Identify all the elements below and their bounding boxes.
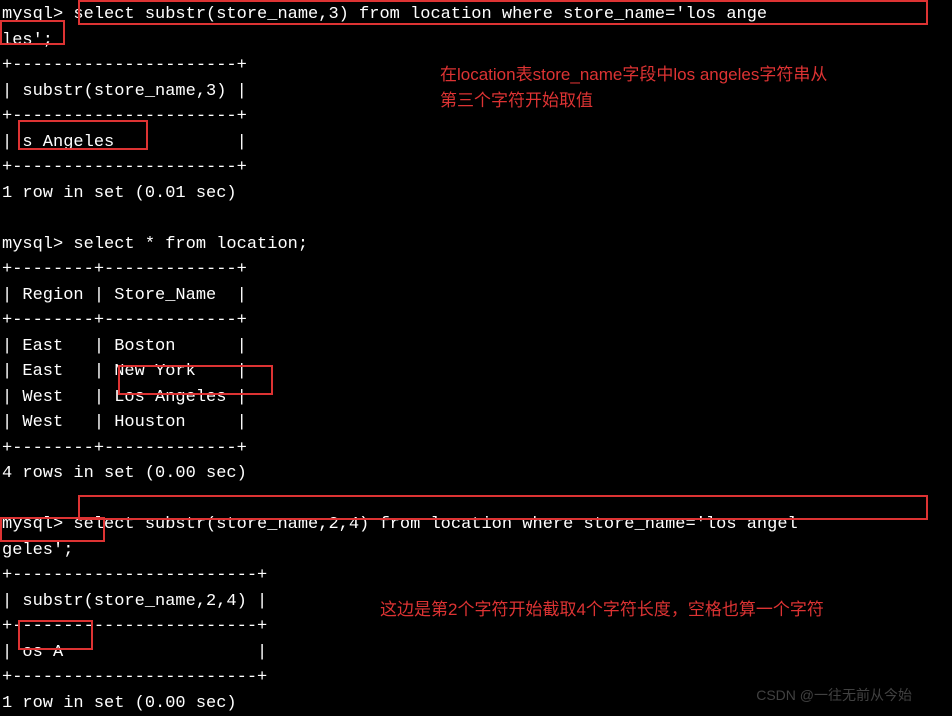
highlight-los-angeles bbox=[118, 365, 273, 395]
highlight-query3-part1 bbox=[78, 495, 928, 520]
highlight-result3 bbox=[18, 620, 93, 650]
table-separator: +------------------------+ bbox=[2, 563, 950, 589]
annotation-1: 在location表store_name字段中los angeles字符串从 第… bbox=[440, 62, 827, 113]
highlight-result1 bbox=[18, 120, 148, 150]
terminal-line: geles'; bbox=[2, 538, 950, 564]
blank-line bbox=[2, 206, 950, 232]
table-header: | Region | Store_Name | bbox=[2, 283, 950, 309]
terminal-line: mysql> select * from location; bbox=[2, 232, 950, 258]
annotation-2: 这边是第2个字符开始截取4个字符长度，空格也算一个字符 bbox=[380, 597, 824, 623]
result-footer: 1 row in set (0.01 sec) bbox=[2, 181, 950, 207]
table-row: | East | Boston | bbox=[2, 334, 950, 360]
highlight-query1-part1 bbox=[78, 0, 928, 25]
table-row: | os A | bbox=[2, 640, 950, 666]
table-separator: +--------+-------------+ bbox=[2, 257, 950, 283]
highlight-query1-part2 bbox=[0, 20, 65, 45]
table-separator: +--------+-------------+ bbox=[2, 308, 950, 334]
table-row: | West | Houston | bbox=[2, 410, 950, 436]
table-separator: +--------+-------------+ bbox=[2, 436, 950, 462]
highlight-query3-part2 bbox=[0, 517, 105, 542]
table-separator: +----------------------+ bbox=[2, 155, 950, 181]
terminal-line: les'; bbox=[2, 28, 950, 54]
result-footer: 4 rows in set (0.00 sec) bbox=[2, 461, 950, 487]
watermark: CSDN @一往无前从今始 bbox=[756, 685, 912, 706]
